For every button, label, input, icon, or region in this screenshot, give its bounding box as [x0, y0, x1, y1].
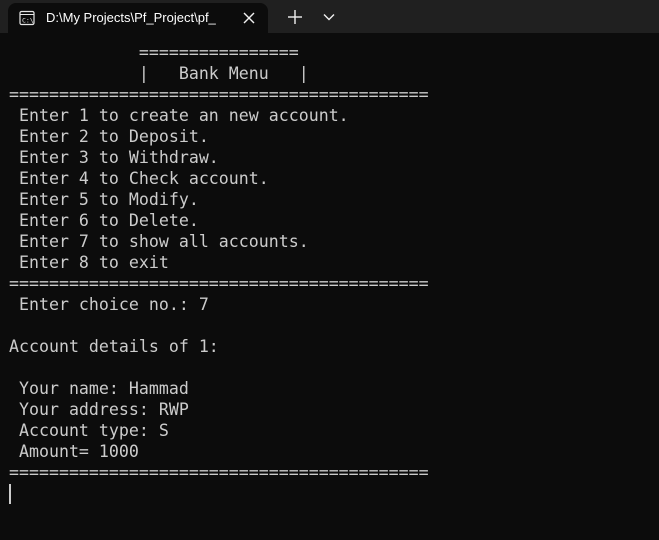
choice-prompt: Enter choice no.: 7 — [9, 295, 209, 314]
tab-title: D:\My Projects\Pf_Project\pf_ — [46, 10, 216, 25]
account-address: Your address: RWP — [9, 400, 189, 419]
menu-option-5: Enter 5 to Modify. — [9, 190, 199, 209]
terminal-tab[interactable]: C:\ D:\My Projects\Pf_Project\pf_ — [8, 3, 268, 33]
chevron-down-icon[interactable] — [318, 5, 340, 29]
menu-option-6: Enter 6 to Delete. — [9, 211, 199, 230]
account-amount: Amount= 1000 — [9, 442, 139, 461]
menu-option-2: Enter 2 to Deposit. — [9, 127, 209, 146]
menu-title: | Bank Menu | — [9, 64, 309, 83]
menu-option-4: Enter 4 to Check account. — [9, 169, 269, 188]
menu-option-3: Enter 3 to Withdraw. — [9, 148, 219, 167]
separator-line: ========================================… — [9, 463, 429, 482]
menu-option-7: Enter 7 to show all accounts. — [9, 232, 309, 251]
svg-text:C:\: C:\ — [22, 17, 34, 25]
text-cursor — [9, 484, 11, 504]
separator-line: ========================================… — [9, 274, 429, 293]
terminal-window: C:\ D:\My Projects\Pf_Project\pf_ ======… — [0, 0, 659, 540]
terminal-icon: C:\ — [19, 10, 35, 26]
menu-border-top: ================ — [9, 43, 299, 62]
close-icon[interactable] — [239, 8, 259, 28]
account-name: Your name: Hammad — [9, 379, 189, 398]
account-details-heading: Account details of 1: — [9, 337, 219, 356]
tab-bar: C:\ D:\My Projects\Pf_Project\pf_ — [0, 0, 659, 33]
separator-line: ========================================… — [9, 85, 429, 104]
menu-option-1: Enter 1 to create an new account. — [9, 106, 349, 125]
account-type: Account type: S — [9, 421, 169, 440]
terminal-output[interactable]: ================ | Bank Menu | =========… — [0, 33, 659, 540]
plus-icon[interactable] — [283, 5, 307, 29]
menu-option-8: Enter 8 to exit — [9, 253, 169, 272]
